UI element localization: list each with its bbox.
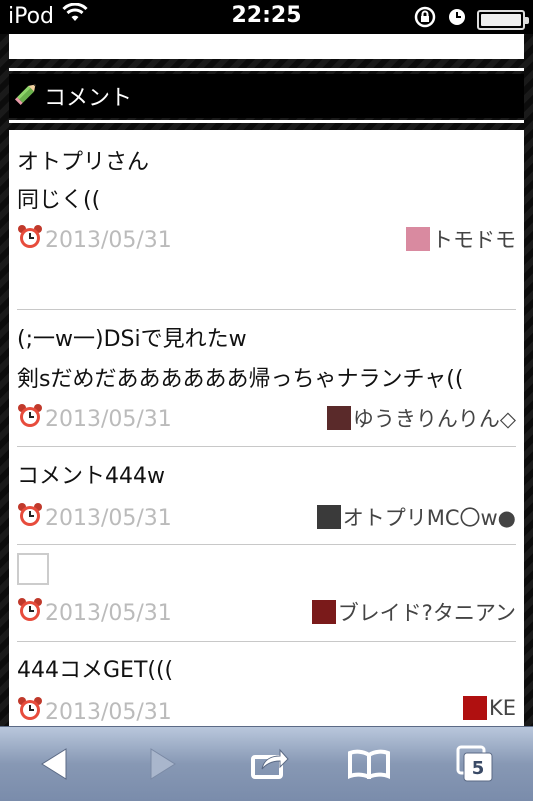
avatar: [316, 505, 341, 529]
page: コメント オトプリさん 同じく(( 2013/05/31 トモドモ (;一w一)…: [0, 34, 533, 726]
divider: [17, 641, 516, 642]
pencil-icon: [14, 80, 40, 112]
date-text: 2013/05/31: [45, 699, 172, 725]
author-name[interactable]: トモドモ: [432, 224, 516, 254]
comment-item: コメント444w 2013/05/31 オトプリMC〇w●: [9, 454, 524, 536]
comment-item: (;一w一)DSiで見れたw 剣sだめだああああああ帰っちゃナランチャ(( 20…: [9, 317, 524, 437]
comment-date: 2013/05/31: [17, 696, 172, 726]
comment-text: 444コメGET(((: [17, 658, 174, 683]
section-title: コメント: [44, 86, 133, 111]
date-text: 2013/05/31: [45, 505, 172, 531]
author-name[interactable]: オトプリMC〇w●: [343, 502, 516, 532]
avatar: [462, 696, 487, 720]
comment-text: オトプリさん: [17, 150, 150, 175]
share-button[interactable]: [250, 745, 290, 785]
avatar: [326, 406, 351, 430]
comment-author[interactable]: ゆうきりんりん◇: [326, 403, 516, 433]
header-rule-bottom: [9, 120, 524, 123]
author-name[interactable]: ゆうきりんりん◇: [353, 403, 516, 433]
comment-item: 2013/05/31 ブレイド?タニアン: [9, 551, 524, 631]
empty-image-placeholder: [17, 553, 49, 585]
header-rule-top: [9, 68, 524, 71]
comment-list: オトプリさん 同じく(( 2013/05/31 トモドモ (;一w一)DSiで見…: [9, 130, 524, 726]
comment-text: コメント444w: [17, 464, 165, 489]
browser-toolbar: 5: [0, 726, 533, 801]
alarm-clock-icon: [17, 224, 43, 256]
top-banner: [9, 34, 524, 59]
tabs-button[interactable]: 5: [456, 745, 494, 787]
author-name[interactable]: ブレイド?タニアン: [338, 597, 516, 627]
comment-author[interactable]: ブレイド?タニアン: [311, 597, 516, 627]
alarm-clock-icon: [17, 696, 43, 726]
battery-icon: [477, 10, 529, 30]
status-bar: iPod 22:25: [0, 0, 533, 34]
date-text: 2013/05/31: [45, 406, 172, 432]
divider: [17, 309, 516, 310]
tabs-count: 5: [472, 758, 485, 779]
alarm-clock-icon: [17, 502, 43, 534]
alarm-clock-icon: [17, 403, 43, 435]
avatar: [311, 600, 336, 624]
comment-author[interactable]: トモドモ: [406, 224, 516, 254]
comment-item: 444コメGET((( 2013/05/31 KE: [9, 648, 524, 726]
comment-date: 2013/05/31: [17, 224, 172, 256]
comment-item: オトプリさん 同じく(( 2013/05/31 トモドモ: [9, 130, 524, 258]
back-button[interactable]: [40, 747, 70, 785]
comment-text: 同じく((: [17, 188, 101, 213]
bookmarks-button[interactable]: [348, 749, 390, 783]
comment-section-header: コメント: [9, 74, 524, 118]
comment-date: 2013/05/31: [17, 403, 172, 435]
comment-text: (;一w一)DSiで見れたw: [17, 327, 247, 352]
comment-date: 2013/05/31: [17, 597, 172, 629]
comment-author[interactable]: オトプリMC〇w●: [316, 502, 516, 532]
divider: [17, 544, 516, 545]
date-text: 2013/05/31: [45, 227, 172, 253]
alarm-icon: [447, 7, 467, 33]
rotation-lock-icon: [413, 5, 437, 35]
author-name[interactable]: KE: [489, 696, 516, 720]
forward-button[interactable]: [147, 747, 177, 785]
comment-date: 2013/05/31: [17, 502, 172, 534]
comment-text: 剣sだめだああああああ帰っちゃナランチャ((: [17, 367, 464, 392]
alarm-clock-icon: [17, 597, 43, 629]
comment-author[interactable]: KE: [462, 696, 516, 720]
divider: [17, 446, 516, 447]
avatar: [406, 227, 430, 251]
date-text: 2013/05/31: [45, 600, 172, 626]
